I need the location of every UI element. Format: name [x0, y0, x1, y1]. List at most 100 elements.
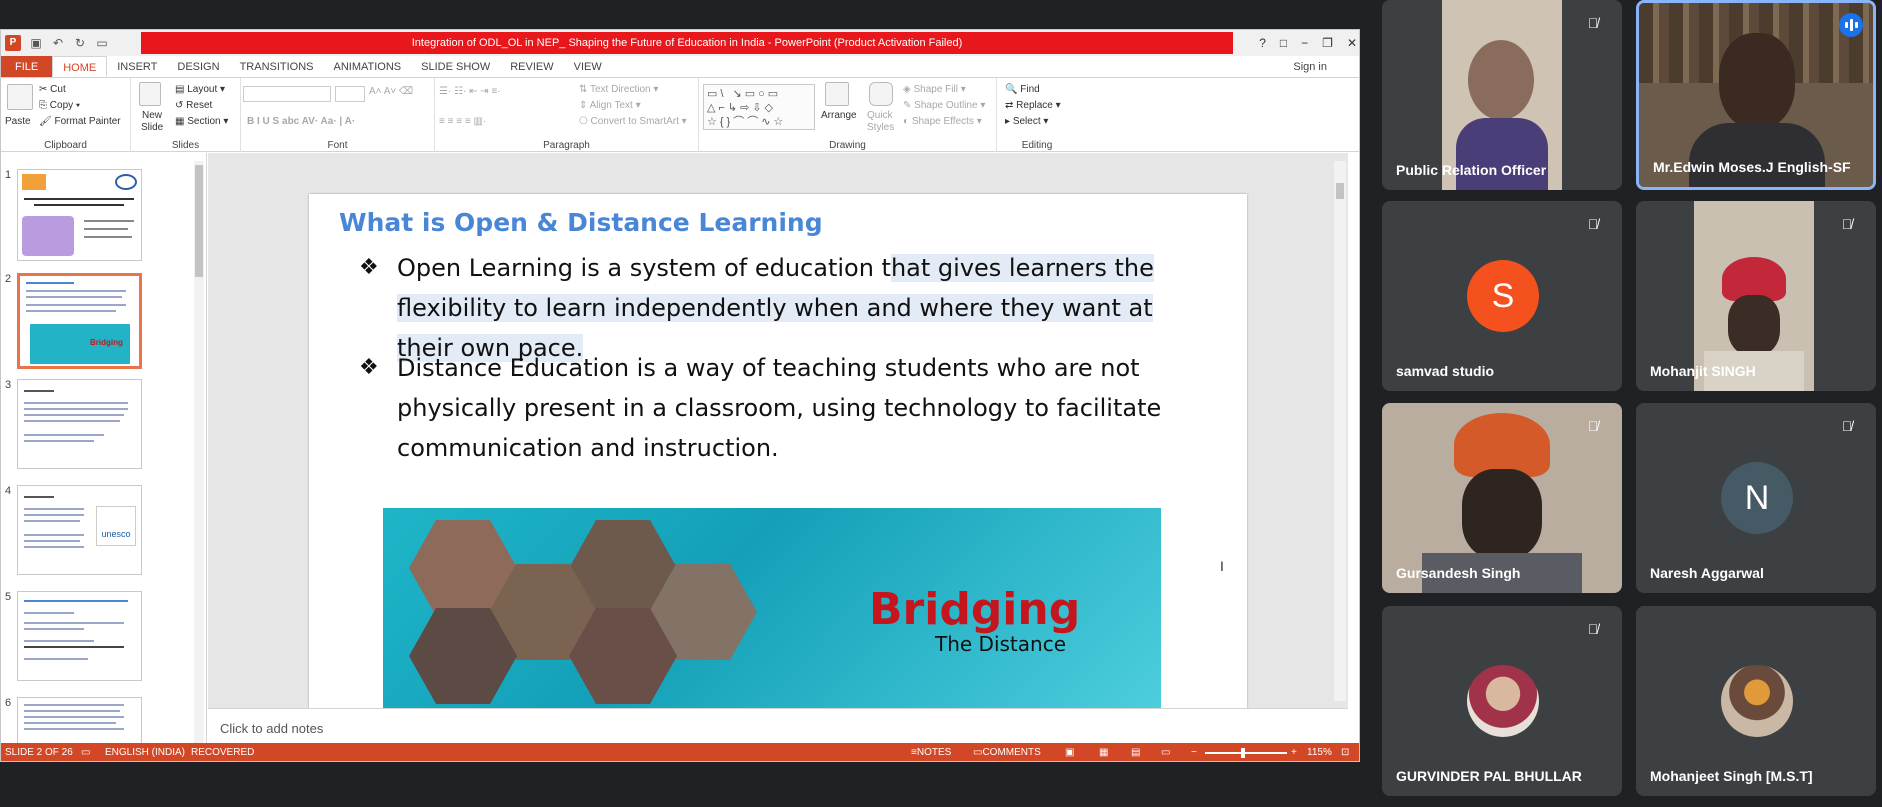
slide-scrollbar[interactable] — [1334, 161, 1346, 701]
slide-thumbnail-5[interactable] — [17, 591, 142, 681]
new-slide-button[interactable]: New Slide — [141, 110, 163, 134]
notes-toggle[interactable]: ≡ NOTES — [911, 743, 951, 761]
slide-thumbnail-1[interactable] — [17, 169, 142, 261]
paste-icon[interactable] — [7, 84, 33, 110]
tab-home[interactable]: HOME — [52, 56, 108, 77]
arrange-icon[interactable] — [825, 82, 849, 106]
clipboard-group-label: Clipboard — [44, 140, 87, 151]
tab-animations[interactable]: ANIMATIONS — [324, 56, 412, 77]
font-name-input[interactable] — [243, 86, 331, 102]
undo-icon[interactable]: ↶ — [51, 36, 65, 50]
slide-thumbnail-2[interactable]: Bridging — [17, 273, 142, 369]
ribbon-display-icon[interactable]: □ — [1280, 36, 1287, 50]
redo-icon[interactable]: ↻ — [73, 36, 87, 50]
minimize-icon[interactable]: − — [1301, 36, 1308, 50]
participant-name: GURVINDER PAL BHULLAR — [1396, 768, 1582, 784]
tab-review[interactable]: REVIEW — [500, 56, 563, 77]
notes-pane[interactable]: Click to add notes — [208, 708, 1348, 742]
find-button[interactable]: 🔍 Find — [1005, 84, 1040, 95]
list-indent-icons[interactable]: ☰· ☷· ⇤ ⇥ ≡· — [439, 86, 501, 97]
thumbnail-number: 2 — [5, 273, 12, 285]
participant-tile-active-speaker[interactable]: Mr.Edwin Moses.J English-SF — [1636, 0, 1876, 190]
align-text-button[interactable]: ⇕ Align Text ▾ — [579, 100, 641, 111]
restore-icon[interactable]: ❐ — [1322, 36, 1333, 50]
slide-thumbnail-3[interactable] — [17, 379, 142, 469]
slideshow-view-icon[interactable]: ▭ — [1161, 743, 1170, 761]
banner-title: Bridging — [869, 584, 1081, 635]
thumbnail-number: 4 — [5, 485, 12, 497]
participant-tile[interactable]: 🎙̸ Gursandesh Singh — [1382, 403, 1622, 593]
powerpoint-app-icon[interactable]: P — [5, 35, 21, 51]
grow-shrink-font-icon[interactable]: A˄ A˅ ⌫ — [369, 86, 413, 97]
participant-avatar-letter: N — [1721, 462, 1793, 534]
reading-view-icon[interactable]: ▤ — [1131, 743, 1140, 761]
quick-styles-button[interactable]: Quick Styles — [867, 110, 897, 134]
mic-off-icon: 🎙̸ — [1841, 418, 1853, 434]
cut-button[interactable]: ✂ Cut — [39, 84, 66, 95]
layout-label: Layout — [187, 84, 218, 95]
zoom-slider[interactable] — [1205, 752, 1287, 754]
participant-tile[interactable]: 🎙̸ Public Relation Officer — [1382, 0, 1622, 190]
copy-button[interactable]: ⎘ Copy ▾ — [39, 100, 80, 111]
participant-tile[interactable]: 🎙̸ GURVINDER PAL BHULLAR — [1382, 606, 1622, 796]
close-icon[interactable]: ✕ — [1347, 36, 1357, 50]
convert-smartart-button[interactable]: ⎔ Convert to SmartArt ▾ — [579, 116, 687, 127]
arrange-button[interactable]: Arrange — [821, 110, 857, 121]
reset-button[interactable]: ↺ Reset — [175, 100, 212, 111]
alignment-icons[interactable]: ≡ ≡ ≡ ≡ ▥· — [439, 116, 486, 127]
tab-transitions[interactable]: TRANSITIONS — [230, 56, 324, 77]
tab-file[interactable]: FILE — [1, 56, 53, 77]
layout-button[interactable]: ▤ Layout ▾ — [175, 84, 225, 95]
slide-thumbnail-6[interactable] — [17, 697, 142, 743]
diamond-bullet-icon: ❖ — [359, 255, 379, 280]
shape-outline-button[interactable]: ✎ Shape Outline ▾ — [903, 100, 985, 111]
fit-to-window-icon[interactable]: ⊡ — [1341, 743, 1349, 761]
tab-design[interactable]: DESIGN — [167, 56, 229, 77]
quick-styles-icon[interactable] — [869, 82, 893, 106]
zoom-level[interactable]: 115% — [1307, 743, 1332, 761]
participant-tile[interactable]: N 🎙̸ Naresh Aggarwal — [1636, 403, 1876, 593]
language-status[interactable]: ENGLISH (INDIA) — [105, 743, 185, 761]
tab-slide-show[interactable]: SLIDE SHOW — [411, 56, 500, 77]
section-button[interactable]: ▦ Section ▾ — [175, 116, 228, 127]
slide-sorter-icon[interactable]: ▦ — [1099, 743, 1108, 761]
slide-title[interactable]: What is Open & Distance Learning — [339, 208, 823, 237]
clipboard-group: Paste ✂ Cut ⎘ Copy ▾ 🖌 Format Painter Cl… — [1, 78, 131, 152]
bridging-the-distance-image[interactable]: Bridging The Distance — [383, 508, 1161, 708]
select-label: Select — [1012, 116, 1041, 127]
slide-thumbnails-pane: 1 2 Bridging 3 4 unesco 5 6 — [1, 153, 207, 743]
zoom-out-icon[interactable]: − — [1191, 743, 1197, 761]
font-format-icons[interactable]: B I U S abc AV· Aa· | A· — [247, 116, 355, 127]
participant-tile[interactable]: Mohanjeet Singh [M.S.T] — [1636, 606, 1876, 796]
new-slide-icon[interactable] — [139, 82, 161, 106]
participant-profile-photo — [1467, 665, 1539, 737]
tab-view[interactable]: VIEW — [564, 56, 612, 77]
sign-in-link[interactable]: Sign in — [1293, 56, 1327, 78]
format-painter-button[interactable]: 🖌 Format Painter — [39, 116, 121, 127]
font-size-input[interactable] — [335, 86, 365, 102]
current-slide[interactable]: What is Open & Distance Learning ❖ Open … — [309, 194, 1247, 708]
paste-button[interactable]: Paste — [5, 116, 31, 127]
shape-effects-button[interactable]: ◐ Shape Effects ▾ — [903, 116, 982, 127]
spell-check-icon[interactable]: ▭ — [81, 743, 90, 761]
zoom-slider-thumb[interactable] — [1241, 748, 1245, 758]
participant-tile[interactable]: 🎙̸ Mohanjit SINGH — [1636, 201, 1876, 391]
save-icon[interactable]: ▣ — [29, 36, 43, 50]
tab-insert[interactable]: INSERT — [107, 56, 167, 77]
text-selection-highlight: hat gives learners the flexibility to le… — [397, 254, 1154, 362]
slide-thumbnail-4[interactable]: unesco — [17, 485, 142, 575]
comments-toggle[interactable]: ▭ COMMENTS — [973, 743, 1041, 761]
shapes-gallery[interactable]: ▭\ ↘▭○▭ △⌐↳⇨⇩◇ ☆{}⌒⌒∿☆ — [703, 84, 815, 130]
help-icon[interactable]: ? — [1259, 36, 1266, 50]
participant-tile[interactable]: S 🎙̸ samvad studio — [1382, 201, 1622, 391]
start-slideshow-icon[interactable]: ▭ — [95, 36, 109, 50]
thumbnails-scrollbar[interactable] — [194, 161, 204, 743]
shape-fill-button[interactable]: ◈ Shape Fill ▾ — [903, 84, 966, 95]
text-direction-button[interactable]: ⇅ Text Direction ▾ — [579, 84, 658, 95]
bullet-distance-education[interactable]: ❖ Distance Education is a way of teachin… — [359, 348, 1199, 468]
zoom-in-icon[interactable]: + — [1291, 743, 1297, 761]
slide-count: SLIDE 2 OF 26 — [5, 747, 73, 758]
select-button[interactable]: ▸ Select ▾ — [1005, 116, 1048, 127]
replace-button[interactable]: ⇄ Replace ▾ — [1005, 100, 1061, 111]
normal-view-icon[interactable]: ▣ — [1065, 743, 1074, 761]
